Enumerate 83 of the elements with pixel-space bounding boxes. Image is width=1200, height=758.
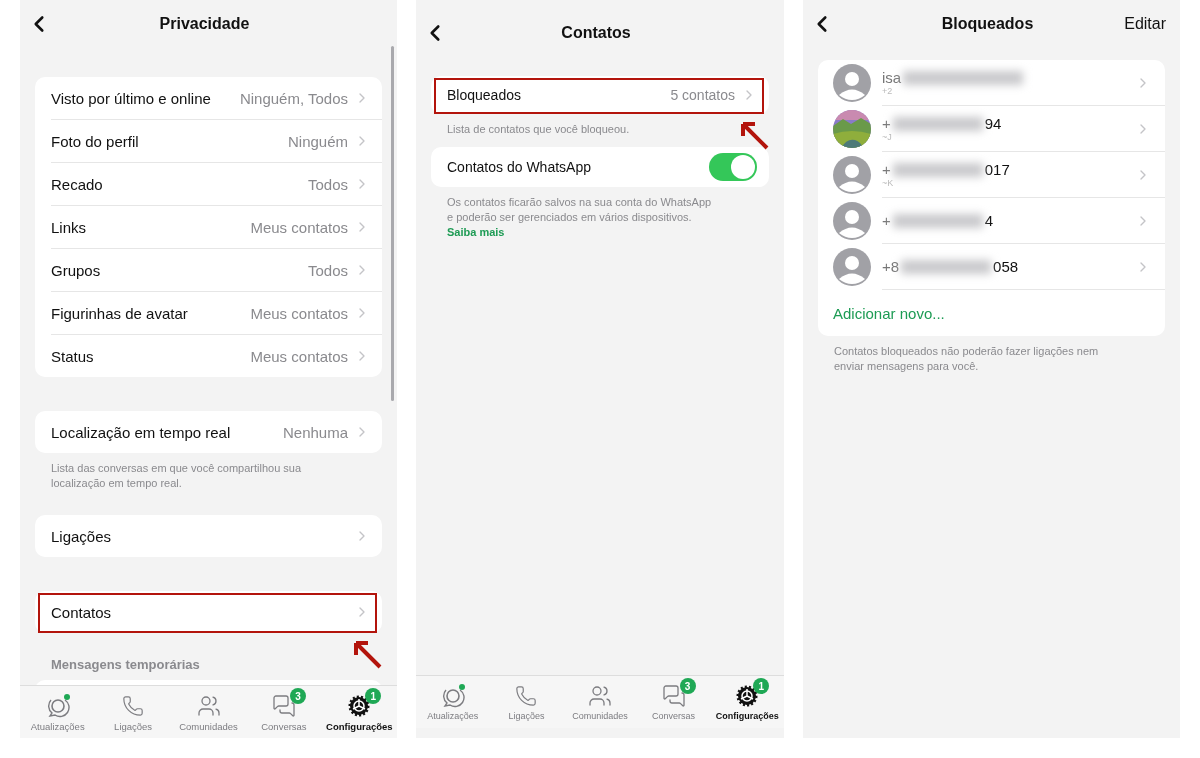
settings-row[interactable]: Recado Todos bbox=[51, 163, 382, 206]
row-label: Recado bbox=[51, 175, 104, 193]
settings-row[interactable]: Contatos do WhatsApp bbox=[447, 147, 769, 187]
contact-subtitle: ~J bbox=[882, 132, 893, 142]
settings-row[interactable]: Grupos Todos bbox=[51, 249, 382, 292]
contact-row[interactable]: + 017 ~K bbox=[882, 152, 1165, 198]
row-label: Ligações bbox=[51, 527, 113, 545]
footnote: Lista das conversas em que você compartilhou sua localização em tempo real. bbox=[50, 461, 303, 491]
contact-row[interactable]: + 4 bbox=[882, 198, 1165, 244]
tab[interactable]: Comunidades bbox=[170, 686, 247, 738]
arrow-icon bbox=[352, 639, 382, 669]
count-badge: 1 bbox=[365, 688, 382, 704]
tab[interactable]: Atualizações bbox=[416, 676, 490, 728]
row-value: Meus contatos bbox=[250, 304, 348, 322]
contact-name: + bbox=[882, 161, 891, 178]
contact-row[interactable]: +8 058 bbox=[882, 244, 1165, 290]
contact-number: 058 bbox=[993, 258, 1019, 275]
contact-row[interactable]: isa +2 bbox=[882, 60, 1165, 106]
tab[interactable]: Comunidades bbox=[563, 676, 637, 728]
tab[interactable]: 3 Conversas bbox=[636, 676, 711, 728]
settings-row[interactable]: Bloqueados 5 contatos bbox=[447, 76, 769, 114]
screen-title: Contatos bbox=[560, 24, 632, 42]
arrow-icon bbox=[739, 120, 769, 150]
screen-title: Privacidade bbox=[158, 15, 251, 33]
tab[interactable]: 1 Configurações bbox=[710, 676, 784, 728]
contact-subtitle: +2 bbox=[882, 86, 894, 96]
tab[interactable]: Ligações bbox=[95, 686, 171, 738]
settings-row[interactable]: Foto do perfil Ninguém bbox=[51, 120, 382, 163]
chat-icon bbox=[661, 684, 686, 708]
phone-icon bbox=[122, 695, 145, 717]
contact-name: + bbox=[882, 115, 891, 132]
row-label: Localização em tempo real bbox=[51, 423, 232, 441]
contact-number: 017 bbox=[984, 161, 1010, 178]
contact-number: 94 bbox=[984, 115, 1002, 132]
row-label: Status bbox=[51, 347, 95, 365]
add-new-link[interactable]: Adicionar novo... bbox=[833, 290, 945, 336]
settings-row[interactable]: Links Meus contatos bbox=[51, 206, 382, 249]
row-label: Grupos bbox=[51, 261, 102, 279]
footnote: Lista de contatos que você bloqueou. bbox=[446, 122, 631, 137]
row-label: Bloqueados bbox=[447, 87, 522, 103]
chat-icon bbox=[271, 694, 296, 718]
contact-row[interactable]: + 94 ~J bbox=[882, 106, 1165, 152]
tab[interactable]: 3 Conversas bbox=[246, 686, 322, 738]
count-badge: 3 bbox=[289, 688, 306, 704]
people-icon bbox=[588, 684, 612, 708]
settings-row[interactable]: Localização em tempo real Nenhuma bbox=[51, 411, 382, 453]
phone-icon bbox=[515, 685, 538, 707]
footnote: Contatos bloqueados não poderão fazer ligações nem enviar mensagens para você. bbox=[833, 344, 1100, 374]
settings-row[interactable]: Figurinhas de avatar Meus contatos bbox=[51, 292, 382, 335]
row-value: Meus contatos bbox=[250, 347, 348, 365]
row-value: Ninguém, Todos bbox=[239, 89, 348, 107]
row-label: Foto do perfil bbox=[51, 132, 140, 150]
contact-subtitle: ~K bbox=[882, 178, 895, 188]
row-value: Todos bbox=[307, 261, 348, 279]
row-value: Ninguém bbox=[287, 132, 348, 150]
row-value: Nenhuma bbox=[282, 423, 348, 441]
tab[interactable]: Ligações bbox=[489, 676, 564, 728]
contact-name: +8 bbox=[882, 258, 900, 275]
tab[interactable]: 1 Configurações bbox=[321, 686, 397, 738]
section-header: Mensagens temporárias bbox=[50, 657, 201, 674]
count-badge: 3 bbox=[679, 678, 696, 694]
row-label: Figurinhas de avatar bbox=[51, 304, 189, 322]
settings-row[interactable]: Ligações bbox=[51, 515, 382, 557]
row-label: Contatos do WhatsApp bbox=[447, 159, 592, 175]
toggle-switch[interactable] bbox=[709, 153, 757, 181]
contact-number: 4 bbox=[984, 212, 994, 229]
tab[interactable]: Atualizações bbox=[20, 686, 96, 738]
row-value: Todos bbox=[307, 175, 348, 193]
row-label: Links bbox=[51, 218, 88, 236]
screen-title: Bloqueados bbox=[940, 15, 1035, 33]
row-label: Visto por último e online bbox=[51, 89, 212, 107]
count-badge: 1 bbox=[753, 678, 770, 694]
contact-name: + bbox=[882, 212, 891, 229]
people-icon bbox=[196, 694, 221, 718]
row-value: Meus contatos bbox=[250, 218, 348, 236]
row-value: 5 contatos bbox=[670, 87, 735, 103]
edit-button[interactable]: Editar bbox=[1124, 15, 1166, 33]
contact-name: isa bbox=[882, 69, 902, 86]
settings-row[interactable]: Visto por último e online Ninguém, Todos bbox=[51, 77, 382, 120]
settings-row[interactable]: Status Meus contatos bbox=[51, 335, 382, 377]
footnote: Os contatos ficarão salvos na sua conta do WhatsApp e poderão ser gerenciados em vários dispositivos. Saiba mais bbox=[446, 195, 713, 240]
settings-row[interactable]: Contatos bbox=[51, 591, 382, 633]
row-label: Contatos bbox=[51, 603, 113, 621]
